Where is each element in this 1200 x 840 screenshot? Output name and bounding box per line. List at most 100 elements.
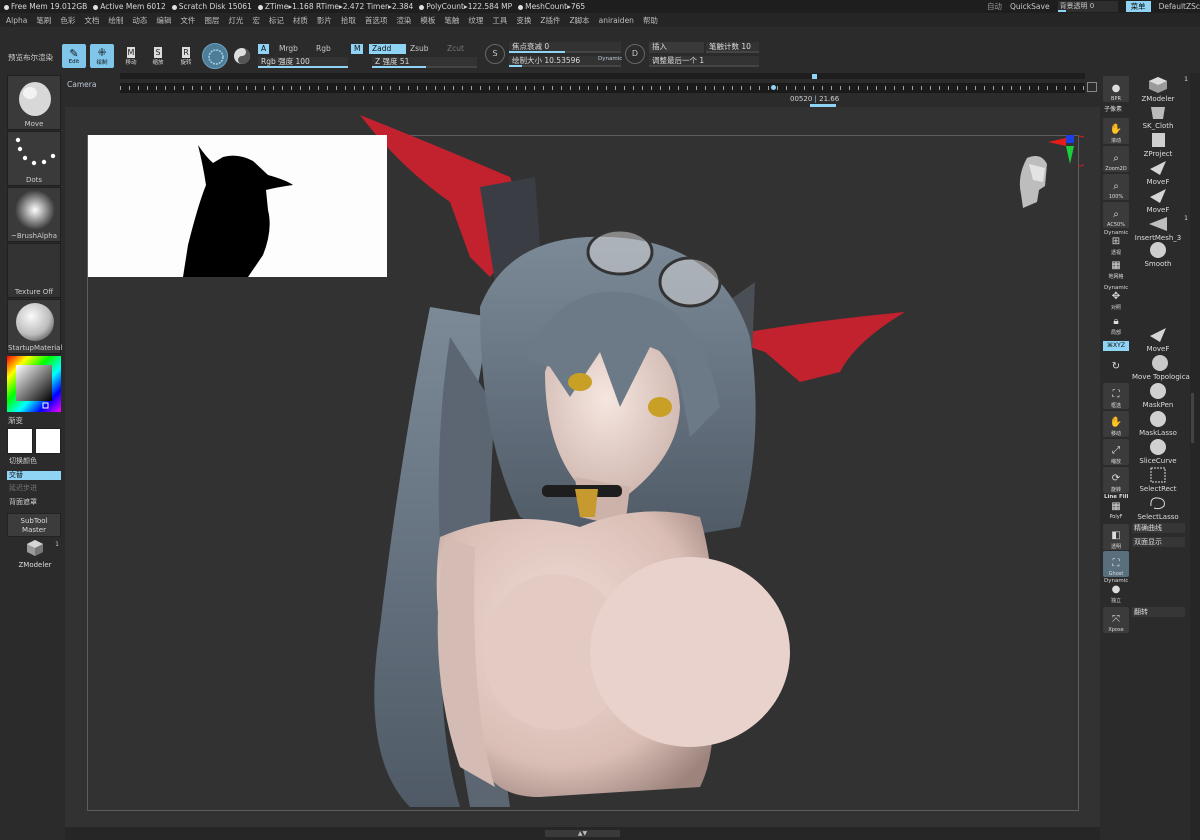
- zoom2d-button[interactable]: ⌕ Zoom2D: [1103, 146, 1129, 172]
- focal-shift-slider[interactable]: 焦点衰减 0: [509, 42, 621, 53]
- zcut-button[interactable]: Zcut: [444, 44, 467, 54]
- rgb-button[interactable]: Rgb: [313, 44, 334, 54]
- texture-off-button[interactable]: Texture Off: [7, 243, 61, 298]
- stroke-dots-button[interactable]: Dots: [7, 131, 61, 186]
- bg-transparency-slider[interactable]: 背景透明 0: [1057, 1, 1118, 12]
- xpose-button[interactable]: ⤧ Xpose: [1103, 607, 1129, 633]
- move-mode-button[interactable]: M 移动: [119, 44, 143, 68]
- menu-dynamics[interactable]: 动态: [132, 15, 147, 26]
- solo2-button[interactable]: ● 独立: [1103, 584, 1129, 604]
- a-toggle[interactable]: A: [258, 44, 270, 54]
- menu-help[interactable]: 帮助: [643, 15, 658, 26]
- flip-toggle[interactable]: 翻转: [1132, 607, 1185, 617]
- sculpt-model[interactable]: [280, 107, 1020, 827]
- menu-movie[interactable]: 影片: [317, 15, 332, 26]
- axis-gizmo[interactable]: [1044, 132, 1084, 172]
- brush-selectlasso[interactable]: SelectLasso: [1132, 494, 1184, 521]
- m-toggle[interactable]: M: [351, 44, 364, 54]
- brush-alpha-button[interactable]: ~BrushAlpha: [7, 187, 61, 242]
- scale-mode-button[interactable]: S 缩放: [146, 44, 170, 68]
- alternate-button[interactable]: 交替: [7, 471, 61, 480]
- timeline-end-button[interactable]: [1087, 82, 1097, 92]
- brush-masklasso[interactable]: MaskLasso: [1132, 410, 1184, 437]
- brush-insertmesh[interactable]: InsertMesh_3 1: [1132, 215, 1188, 242]
- rotate-view-button[interactable]: ⟳ 旋转: [1103, 467, 1129, 493]
- secondary-color-swatch[interactable]: [35, 428, 61, 454]
- menu-button[interactable]: 菜单: [1125, 1, 1151, 12]
- zsub-button[interactable]: Zsub: [407, 44, 432, 54]
- rotate-mode-button[interactable]: R 旋转: [174, 44, 198, 68]
- quicksave-button[interactable]: QuickSave: [1010, 2, 1050, 11]
- brush-zmodeler[interactable]: ZModeler 1: [1132, 76, 1189, 103]
- ghost-button[interactable]: ⛶ Ghost: [1103, 551, 1129, 577]
- transparent-button[interactable]: ◧ 透明: [1103, 524, 1129, 550]
- double-display-toggle[interactable]: 双面显示: [1132, 537, 1185, 547]
- menu-light[interactable]: 灯光: [228, 15, 243, 26]
- brush-sk-cloth[interactable]: SK_Cloth: [1132, 103, 1184, 130]
- timeline-ruler[interactable]: [120, 83, 1085, 93]
- xyz-button[interactable]: ⌘XYZ: [1103, 341, 1129, 351]
- right-scrollbar[interactable]: [1190, 73, 1200, 840]
- brush-selectrect[interactable]: SelectRect: [1132, 466, 1184, 493]
- menu-draw[interactable]: 绘制: [108, 15, 123, 26]
- color-picker[interactable]: [7, 356, 61, 412]
- menu-preferences[interactable]: 首选项: [365, 15, 388, 26]
- stroke-count-slider[interactable]: 笔触计数 10: [706, 42, 759, 53]
- default-script-button[interactable]: DefaultZSc: [1159, 2, 1200, 11]
- brush-slicecurve[interactable]: SliceCurve: [1132, 438, 1184, 465]
- menu-texture[interactable]: 纹理: [468, 15, 483, 26]
- move-view-button[interactable]: ✋ 移动: [1103, 411, 1129, 437]
- menu-document[interactable]: 文档: [84, 15, 99, 26]
- delay-progress-button[interactable]: 延迟步进: [7, 484, 61, 493]
- brush-movef-1[interactable]: MoveF: [1132, 159, 1184, 186]
- menu-alpha[interactable]: Alpha: [6, 16, 27, 25]
- menu-zscript[interactable]: Z脚本: [569, 15, 589, 26]
- scroll-button[interactable]: ✋ 滚动: [1103, 118, 1129, 144]
- gradient-label[interactable]: 渐变: [8, 415, 23, 426]
- frame-button[interactable]: ↻: [1103, 354, 1129, 374]
- reference-image[interactable]: [88, 135, 387, 277]
- brush-maskpen[interactable]: MaskPen: [1132, 382, 1184, 409]
- menu-layer[interactable]: 图层: [204, 15, 219, 26]
- dynamic-label[interactable]: Dynamic: [598, 56, 622, 62]
- main-color-swatch[interactable]: [7, 428, 33, 454]
- camera-label[interactable]: Camera: [67, 80, 96, 89]
- lazy-mouse-button[interactable]: S: [485, 44, 505, 64]
- preview-render-label[interactable]: 预览布尔渲染: [8, 52, 53, 63]
- timeline-marker[interactable]: [812, 74, 817, 79]
- menu-file[interactable]: 文件: [180, 15, 195, 26]
- adjust-last-slider[interactable]: 调整最后一个 1: [649, 56, 759, 67]
- draw-button[interactable]: ⁜ 绘制: [90, 44, 114, 68]
- material-sphere-button[interactable]: [232, 46, 252, 66]
- bottom-tray-handle[interactable]: ▲▼: [545, 830, 620, 837]
- menu-marker[interactable]: 标记: [269, 15, 284, 26]
- insert-dropdown[interactable]: 插入: [649, 42, 704, 53]
- frame-select-button[interactable]: ⛶ 框选: [1103, 383, 1129, 409]
- mrgb-button[interactable]: Mrgb: [276, 44, 301, 54]
- zadd-button[interactable]: Zadd: [369, 44, 406, 54]
- brush-zproject[interactable]: ZProject: [1132, 131, 1184, 158]
- menu-brush[interactable]: 笔刷: [36, 15, 51, 26]
- menu-stroke[interactable]: 笔触: [444, 15, 459, 26]
- perspective-button[interactable]: ⊞ 透视: [1103, 236, 1129, 256]
- pct100-button[interactable]: ⌕ 100%: [1103, 174, 1129, 200]
- brush-move-button[interactable]: Move: [7, 75, 61, 130]
- solo-button[interactable]: ✥ 对照: [1103, 291, 1129, 311]
- backface-button[interactable]: D: [625, 44, 645, 64]
- switch-color-button[interactable]: 切换颜色: [7, 457, 61, 466]
- menu-edit[interactable]: 编辑: [156, 15, 171, 26]
- menu-zplugin[interactable]: Z插件: [540, 15, 560, 26]
- brush-movef-2[interactable]: MoveF: [1132, 187, 1184, 214]
- precise-curve-toggle[interactable]: 精确曲线: [1132, 523, 1185, 533]
- edit-button[interactable]: ✎ Edit: [62, 44, 86, 68]
- brush-movef-3[interactable]: MoveF: [1132, 326, 1184, 353]
- subpixel-label[interactable]: 子像素: [1104, 104, 1122, 113]
- rgb-intensity-slider[interactable]: Rgb 强度 100: [258, 57, 348, 68]
- ac50-button[interactable]: ⌕ AC50%: [1103, 202, 1129, 228]
- z-intensity-slider[interactable]: Z 强度 51: [372, 57, 477, 68]
- backface-mask-button[interactable]: 背面遮罩: [7, 498, 61, 507]
- zmodeler-brush-button[interactable]: 1 ZModeler: [8, 539, 62, 569]
- polyf-button[interactable]: ▦ PolyF: [1103, 500, 1129, 520]
- brush-move-topological[interactable]: Move Topologica: [1132, 354, 1190, 381]
- menu-picker[interactable]: 拾取: [341, 15, 356, 26]
